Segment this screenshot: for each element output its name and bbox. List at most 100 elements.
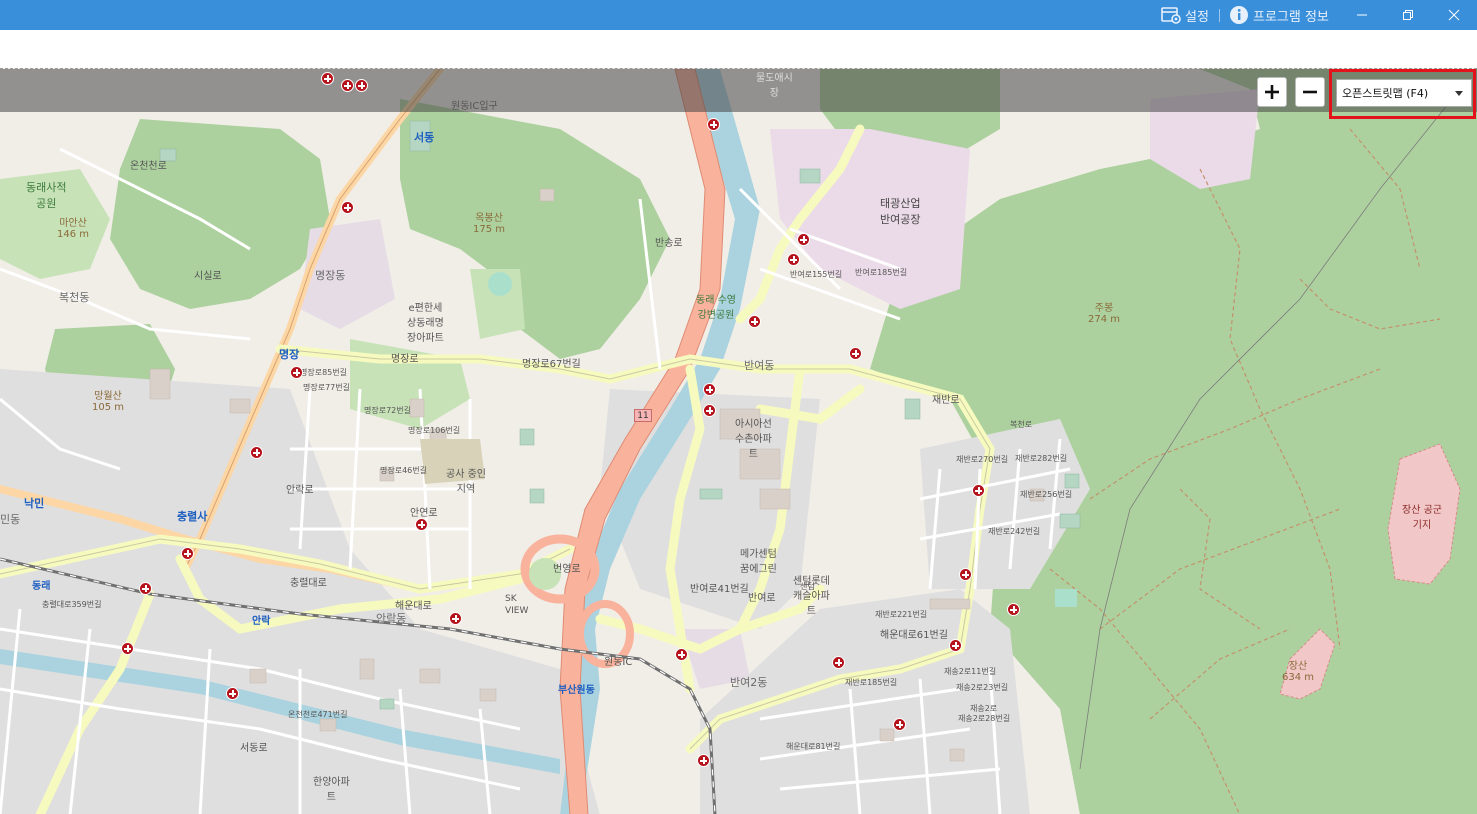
hospital-icon[interactable] (849, 347, 862, 360)
close-button[interactable] (1431, 0, 1477, 30)
station-label: 낙민 (24, 497, 45, 510)
road-label: 명장로72번길 (364, 406, 411, 415)
hospital-icon[interactable] (748, 315, 761, 328)
settings-label: 설정 (1185, 9, 1209, 25)
hospital-icon[interactable] (697, 754, 710, 767)
hospital-icon[interactable] (341, 201, 354, 214)
hospital-icon[interactable] (703, 383, 716, 396)
road-label: 재반로221번길 (875, 610, 928, 619)
hospital-icon[interactable] (355, 79, 368, 92)
park-label: 동래 수영 강변공원 (696, 295, 736, 321)
peak-label: 주봉 274 m (1088, 303, 1121, 325)
road-label: 재반로 (932, 395, 960, 406)
station-label: 안락 (252, 616, 271, 627)
hospital-icon[interactable] (341, 79, 354, 92)
road-label: SK (505, 594, 517, 604)
chevron-down-icon (1455, 91, 1463, 96)
road-label: 시실로 (194, 271, 222, 282)
road-label: 명장로77번길 (303, 383, 350, 392)
road-label: 명장로67번길 (522, 359, 581, 370)
road-label: 센텀 (800, 582, 815, 591)
road-label: 온천천로471번길 (288, 710, 348, 719)
landmark-label: 한양아파 트 (313, 777, 350, 803)
settings-button[interactable]: 설정 (1161, 0, 1209, 30)
map-view[interactable]: 명장동 반여동 안락동 복천동 반여2동 민동 동래사적 공원 동래 수영 강변… (0, 68, 1477, 814)
hospital-icon[interactable] (797, 233, 810, 246)
map-type-select[interactable]: 오픈스트릿맵 (F4) (1336, 79, 1472, 107)
area-label: 반여2동 (730, 676, 768, 689)
road-label: 안락로 (286, 485, 314, 496)
landmark-label: 장산 공군 기지 (1402, 505, 1442, 531)
hospital-icon[interactable] (675, 648, 688, 661)
hospital-icon[interactable] (321, 72, 334, 85)
road-label: 명장로85번길 (300, 368, 347, 377)
road-label: 재반로242번길 (988, 527, 1041, 536)
road-label: 명장로106번길 (408, 426, 461, 435)
station-label: 충렬사 (177, 510, 208, 523)
peak-label: 망월산 105 m (92, 391, 125, 413)
road-label: 명장로46번길 (380, 466, 427, 475)
hospital-icon[interactable] (449, 612, 462, 625)
landmark-label: e편한세 상동래명 장아파트 (407, 303, 444, 344)
road-label: 안연로 (410, 508, 438, 519)
map-type-value: 오픈스트릿맵 (F4) (1342, 87, 1429, 100)
road-label: 재반로282번길 (1015, 454, 1068, 463)
park-label: 동래사적 공원 (26, 181, 67, 210)
station-label: 동래 (32, 581, 51, 592)
road-label: 반여로185번길 (855, 268, 908, 277)
hospital-icon[interactable] (121, 642, 134, 655)
station-label: 명장 (279, 348, 300, 361)
road-label: 서동로 (240, 743, 268, 754)
road-label: 온천천로 (130, 161, 167, 172)
landmark-label: 태광산업 반여공장 (880, 197, 921, 226)
road-label: 충렬대로359번길 (42, 600, 102, 609)
station-label: 서동 (414, 131, 435, 144)
peak-label: 옥봉산 175 m (473, 213, 506, 235)
area-label: 민동 (0, 513, 21, 526)
hospital-icon[interactable] (1007, 603, 1020, 616)
map-type-highlight: 오픈스트릿맵 (F4) (1329, 69, 1476, 119)
plus-icon (1265, 85, 1279, 99)
about-label: 프로그램 정보 (1253, 9, 1329, 25)
hospital-icon[interactable] (139, 582, 152, 595)
minus-icon (1303, 90, 1317, 94)
hospital-icon[interactable] (226, 687, 239, 700)
hospital-icon[interactable] (959, 568, 972, 581)
hospital-icon[interactable] (703, 404, 716, 417)
road-label: 해운대로61번길 (880, 630, 948, 641)
hospital-icon[interactable] (707, 118, 720, 131)
about-button[interactable]: 프로그램 정보 (1229, 0, 1329, 30)
hospital-icon[interactable] (290, 366, 303, 379)
area-label: 명장동 (315, 269, 346, 282)
route-shield: 11 (634, 409, 652, 422)
hospital-icon[interactable] (972, 484, 985, 497)
hospital-icon[interactable] (415, 518, 428, 531)
info-icon (1230, 6, 1248, 24)
road-label: 재송2로11번길 (944, 667, 997, 676)
close-icon (1448, 9, 1460, 21)
restore-button[interactable] (1385, 0, 1431, 30)
area-label: 안락동 (376, 612, 407, 625)
landmark-label: 메가센텀 꿈에그린 (740, 549, 777, 575)
road-label: 충렬대로 (290, 578, 327, 589)
hospital-icon[interactable] (832, 656, 845, 669)
hospital-icon[interactable] (250, 446, 263, 459)
hospital-icon[interactable] (181, 547, 194, 560)
landmark-label: 물도애시 장 (756, 73, 793, 99)
road-label: 복천로 (1010, 420, 1033, 429)
hospital-icon[interactable] (893, 718, 906, 731)
minimize-button[interactable] (1339, 0, 1385, 30)
titlebar-separator (1219, 9, 1220, 22)
road-label: 해운대로 (395, 601, 432, 612)
landmark-label: 아시아선 수촌아파 트 (735, 419, 772, 460)
road-label: 반송로 (655, 238, 683, 249)
hospital-icon[interactable] (949, 639, 962, 652)
road-label: 재송2로23번길 (956, 683, 1009, 692)
minimize-icon (1357, 14, 1367, 16)
restore-icon (1403, 10, 1413, 20)
zoom-out-button[interactable] (1295, 77, 1325, 107)
landmark-label: 공사 중인 지역 (446, 469, 486, 495)
road-label: 번영로 (553, 564, 581, 575)
zoom-in-button[interactable] (1257, 77, 1287, 107)
hospital-icon[interactable] (787, 253, 800, 266)
